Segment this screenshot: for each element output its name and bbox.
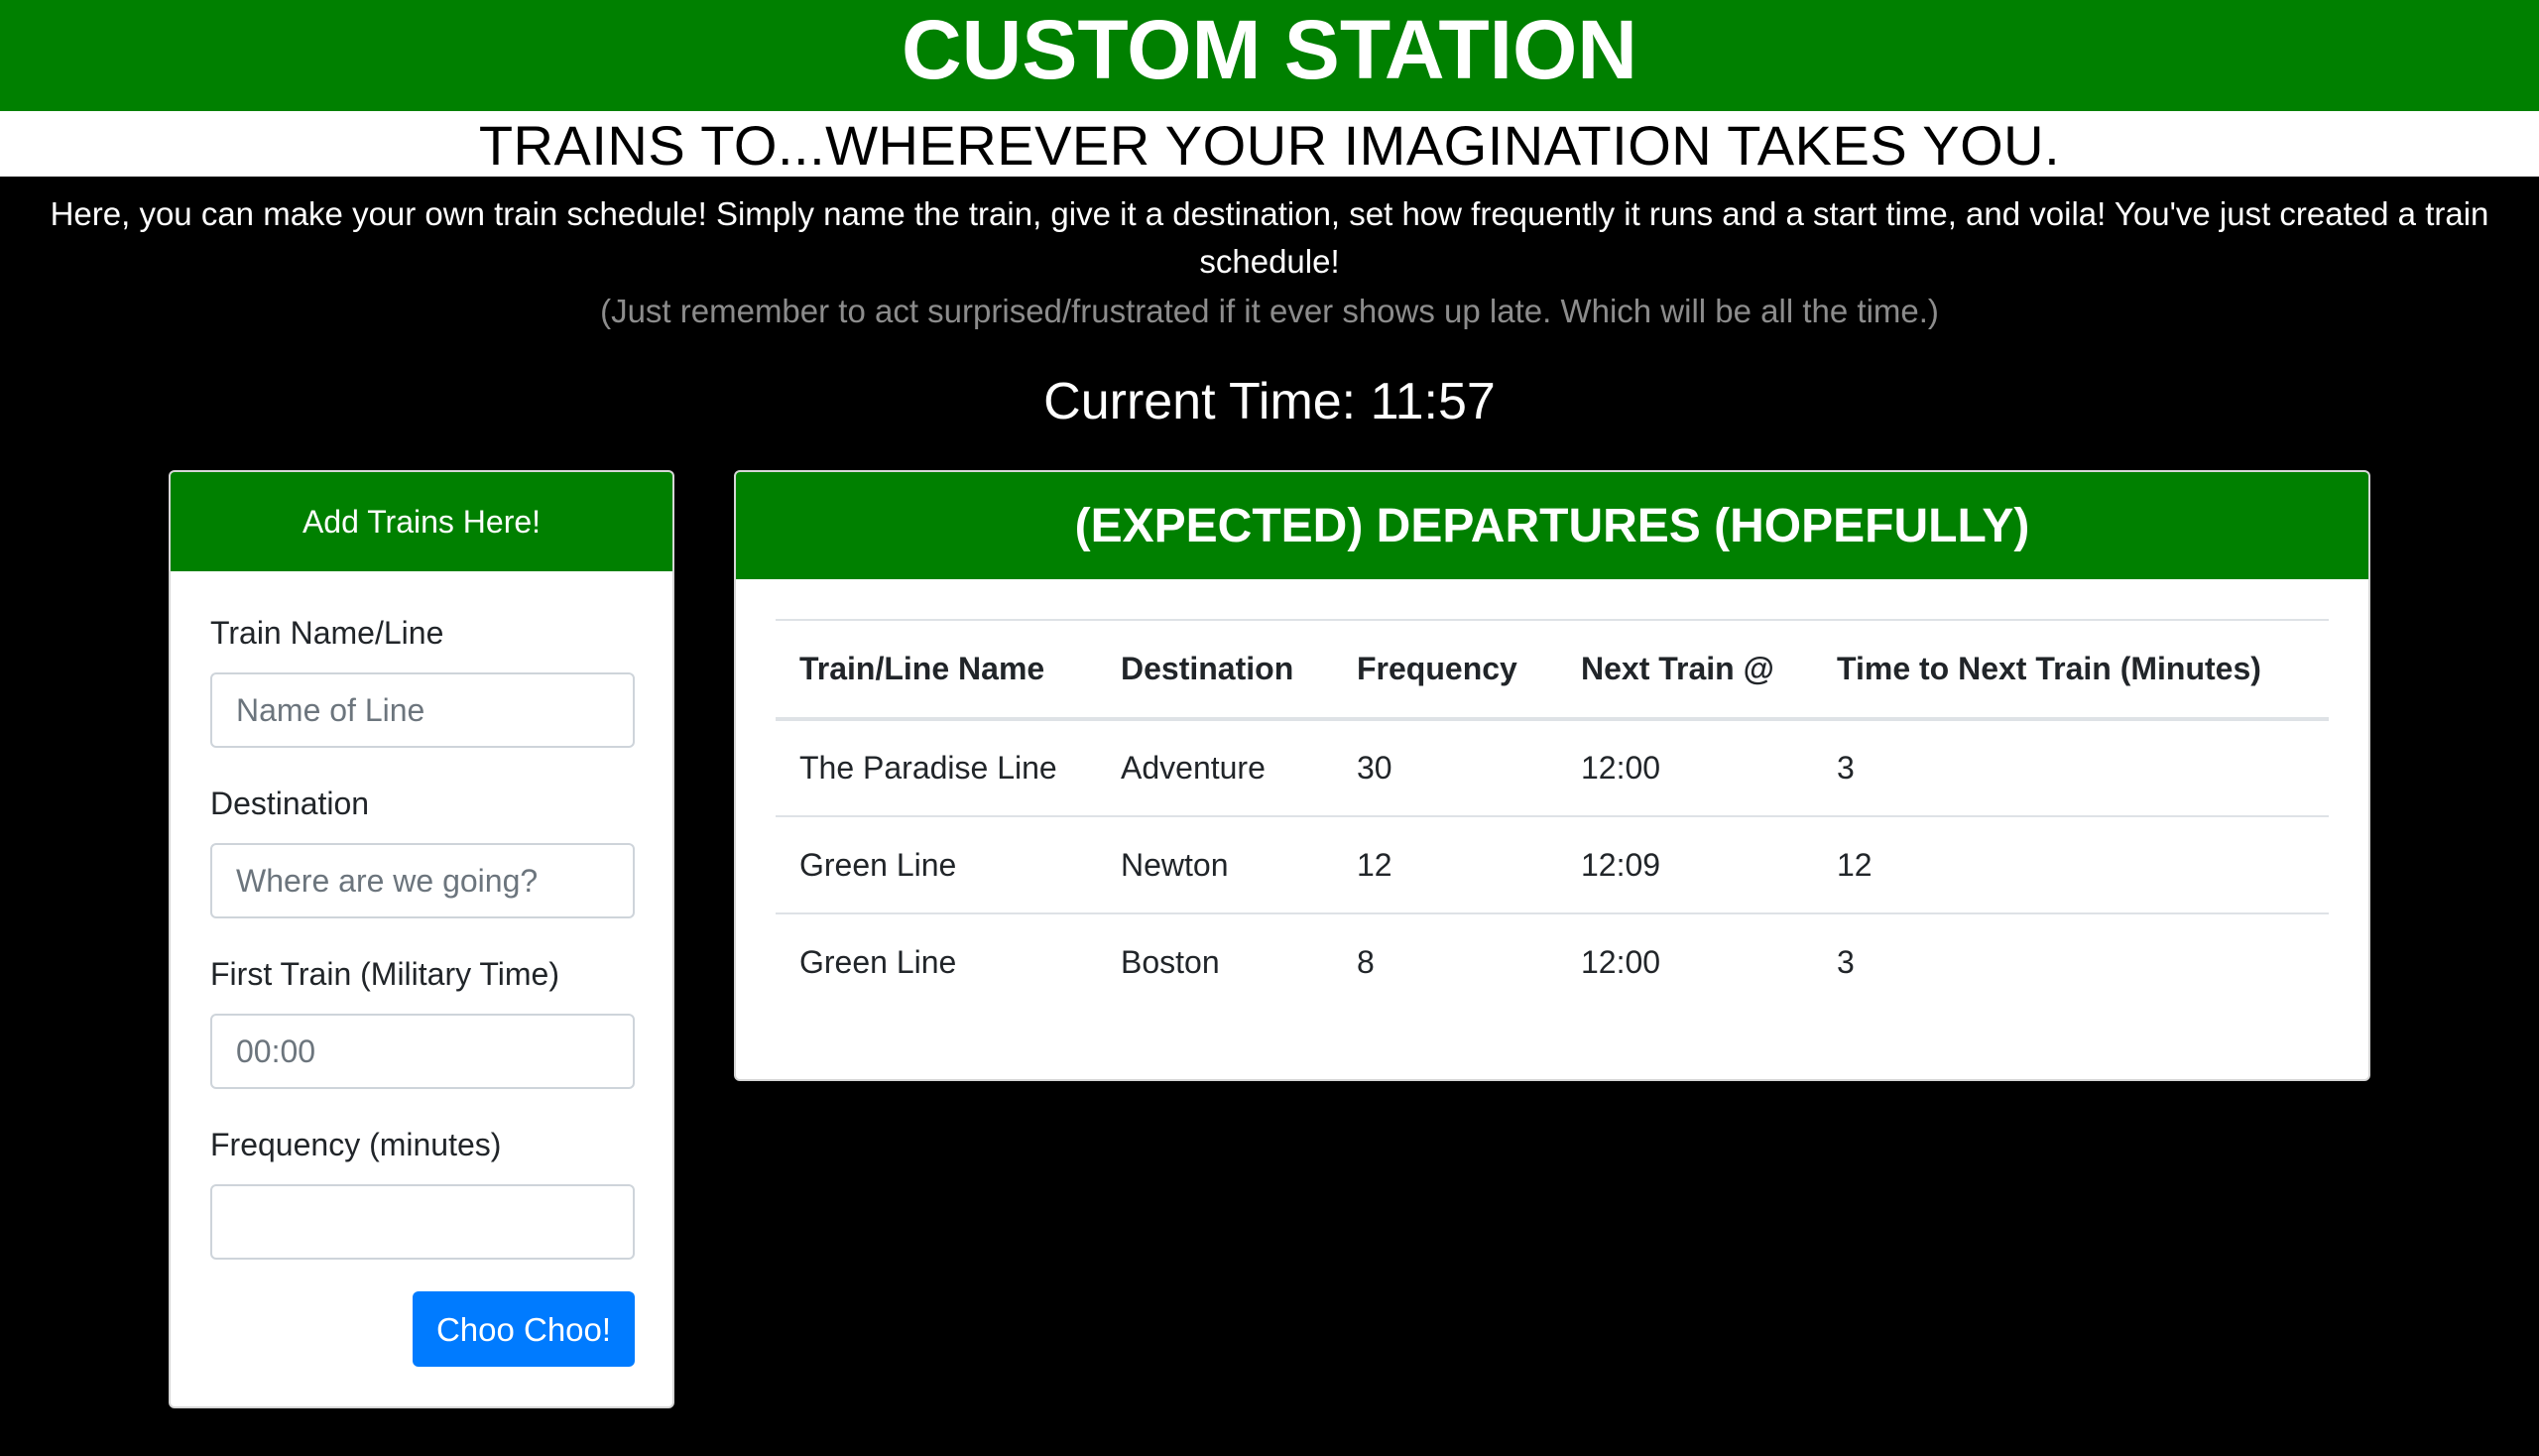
table-row: Green Line Newton 12 12:09 12 [776, 815, 2329, 913]
train-name-label: Train Name/Line [210, 615, 444, 651]
destination-label: Destination [210, 786, 370, 821]
train-name-input[interactable] [210, 672, 635, 748]
add-train-card: Add Trains Here! Train Name/Line Destina… [169, 470, 674, 1408]
destination-group: Destination [210, 784, 635, 918]
cell-minutes-away: 12 [1813, 815, 2329, 913]
departures-title: (EXPECTED) DEPARTURES (HOPEFULLY) [736, 472, 2368, 579]
cell-frequency: 12 [1333, 815, 1557, 913]
train-name-group: Train Name/Line [210, 613, 635, 748]
departures-card: (EXPECTED) DEPARTURES (HOPEFULLY) Train/… [734, 470, 2370, 1081]
cell-destination: Newton [1097, 815, 1333, 913]
frequency-label: Frequency (minutes) [210, 1127, 502, 1162]
cell-minutes-away: 3 [1813, 912, 2329, 1011]
aside-text: (Just remember to act surprised/frustrat… [600, 293, 1939, 329]
cell-next-train: 12:00 [1557, 912, 1813, 1011]
destination-input[interactable] [210, 843, 635, 918]
table-row: The Paradise Line Adventure 30 12:00 3 [776, 719, 2329, 816]
column-header-frequency: Frequency [1333, 619, 1557, 721]
column-header-destination: Destination [1097, 619, 1333, 721]
table-row: Green Line Boston 8 12:00 3 [776, 912, 2329, 1011]
departures-table: Train/Line Name Destination Frequency Ne… [776, 619, 2329, 1011]
column-header-next-train: Next Train @ [1557, 619, 1813, 721]
cell-next-train: 12:00 [1581, 750, 1661, 786]
column-header-train-name: Train/Line Name [776, 619, 1097, 721]
frequency-group: Frequency (minutes) [210, 1125, 635, 1260]
table-header-row: Train/Line Name Destination Frequency Ne… [776, 619, 2329, 721]
current-time: Current Time: 11:57 [1043, 373, 1496, 430]
page-title: CUSTOM STATION [0, 0, 2539, 111]
cell-destination: Boston [1097, 912, 1333, 1011]
first-train-group: First Train (Military Time) [210, 954, 635, 1089]
cell-frequency: 30 [1357, 750, 1392, 786]
cell-frequency: 8 [1333, 912, 1557, 1011]
frequency-input[interactable] [210, 1184, 635, 1260]
first-train-input[interactable] [210, 1014, 635, 1089]
page-subtitle: TRAINS TO...WHEREVER YOUR IMAGINATION TA… [0, 111, 2539, 177]
cell-destination: Adventure [1121, 750, 1266, 786]
first-train-label: First Train (Military Time) [210, 956, 559, 992]
intro-text: Here, you can make your own train schedu… [50, 195, 2489, 280]
cell-train-name: Green Line [776, 912, 1097, 1011]
column-header-minutes-away: Time to Next Train (Minutes) [1813, 619, 2329, 721]
cell-next-train: 12:09 [1557, 815, 1813, 913]
cell-minutes-away: 3 [1837, 750, 1855, 786]
cell-train-name: Green Line [776, 815, 1097, 913]
submit-train-button[interactable]: Choo Choo! [413, 1291, 635, 1367]
add-train-card-title: Add Trains Here! [171, 472, 672, 571]
cell-train-name: The Paradise Line [799, 750, 1057, 786]
